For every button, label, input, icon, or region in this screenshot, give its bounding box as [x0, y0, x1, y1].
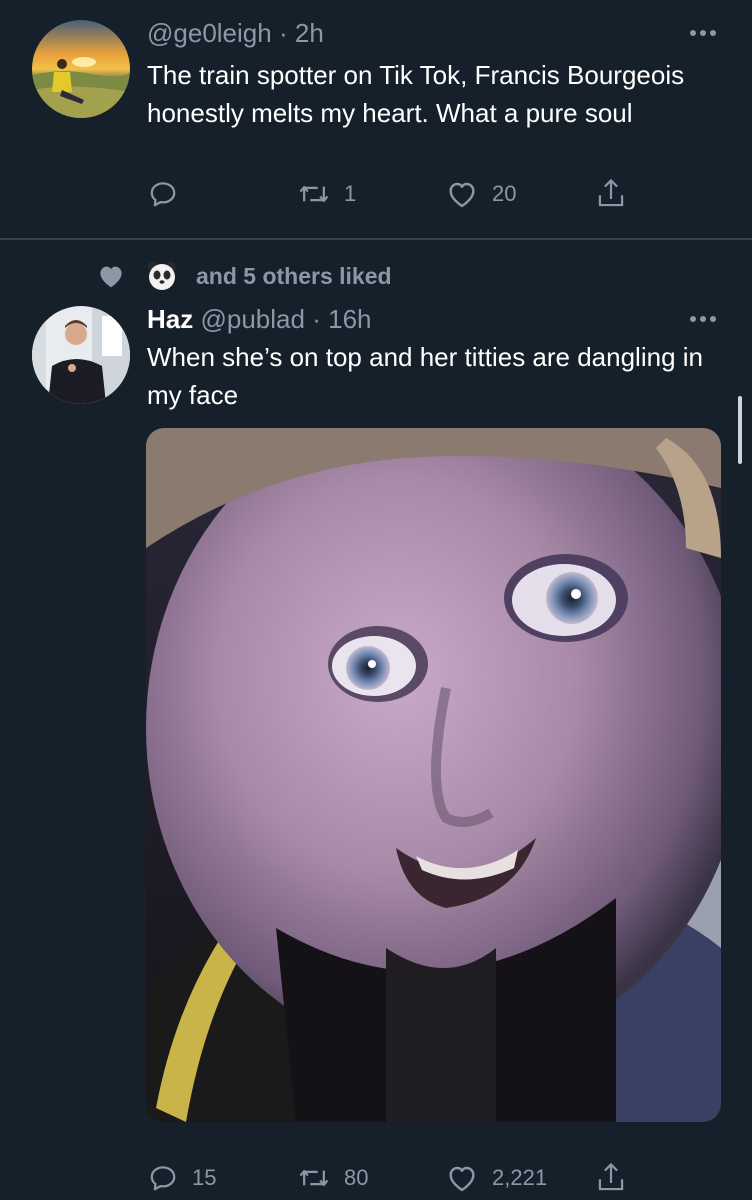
- reply-icon: [150, 182, 176, 207]
- retweet-icon: [299, 185, 329, 203]
- retweet-icon: [299, 1169, 329, 1187]
- like-button[interactable]: 2,221: [446, 1156, 547, 1200]
- avatar-haz[interactable]: [32, 306, 130, 404]
- retweet-count: 80: [344, 1165, 369, 1190]
- reply-count: 15: [192, 1165, 217, 1190]
- reply-button[interactable]: 15: [148, 1156, 216, 1200]
- reply-icon: [150, 1166, 176, 1191]
- retweet-button[interactable]: 1: [298, 172, 356, 216]
- more-horizontal-icon[interactable]: [688, 28, 718, 38]
- tweet-meta: @ge0leigh · 2h: [147, 18, 324, 49]
- user-handle[interactable]: @ge0leigh: [147, 18, 272, 48]
- share-button[interactable]: [596, 1156, 626, 1200]
- tweet-actions: 15 80 2,221: [0, 1156, 752, 1200]
- social-context: and 5 others liked: [96, 256, 392, 296]
- selfie-photo: [146, 428, 721, 1122]
- meta-separator: ·: [278, 18, 288, 48]
- share-icon: [598, 178, 624, 207]
- tweet-meta: Haz @publad · 16h: [147, 304, 372, 335]
- tweet-actions: 1 20: [0, 172, 752, 216]
- more-horizontal-icon[interactable]: [688, 314, 718, 324]
- avatar-geoleigh[interactable]: [32, 20, 130, 118]
- user-handle[interactable]: @publad: [200, 304, 304, 334]
- retweet-button[interactable]: 80: [298, 1156, 368, 1200]
- tweet-time[interactable]: 16h: [328, 304, 371, 334]
- tweet-geoleigh[interactable]: @ge0leigh · 2h The train spotter on Tik …: [0, 0, 752, 238]
- tweet-media-image[interactable]: [146, 428, 721, 1122]
- meta-separator: ·: [312, 304, 321, 334]
- panda-avatar-icon[interactable]: [146, 260, 178, 292]
- like-count: 2,221: [492, 1165, 548, 1190]
- heart-icon: [449, 1166, 475, 1192]
- heart-icon: [449, 182, 475, 208]
- social-context-text[interactable]: and 5 others liked: [196, 263, 392, 290]
- tweet-text: When she’s on top and her titties are da…: [147, 342, 703, 410]
- display-name[interactable]: Haz: [147, 304, 193, 334]
- retweet-count: 1: [344, 181, 357, 206]
- tweet-publad[interactable]: and 5 others liked Haz @publad · 16h Whe…: [0, 240, 752, 1200]
- tweet-text: The train spotter on Tik Tok, Francis Bo…: [147, 60, 685, 128]
- heart-filled-icon: [100, 266, 122, 288]
- like-count: 20: [492, 181, 517, 206]
- tweet-time[interactable]: 2h: [295, 18, 324, 48]
- reply-button[interactable]: [148, 172, 192, 216]
- scrollbar-thumb[interactable]: [738, 396, 742, 464]
- like-button[interactable]: 20: [446, 172, 516, 216]
- share-button[interactable]: [596, 172, 626, 216]
- share-icon: [598, 1162, 624, 1191]
